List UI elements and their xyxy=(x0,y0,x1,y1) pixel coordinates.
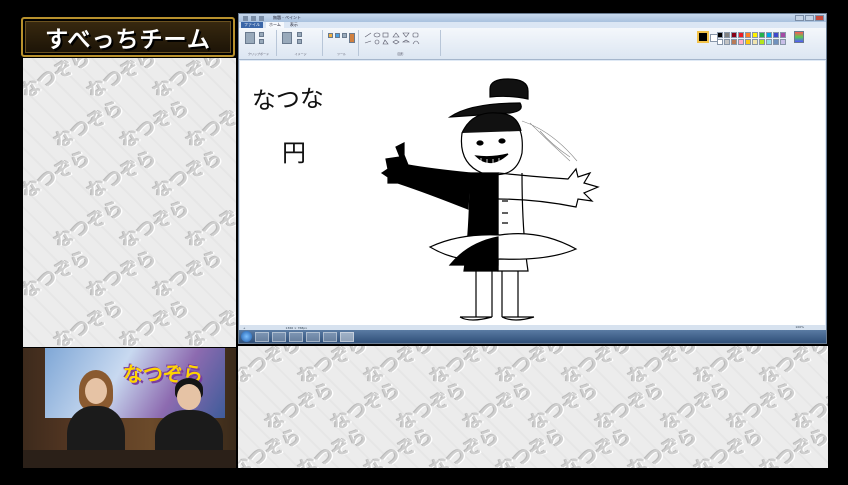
palette-swatch[interactable] xyxy=(738,32,744,38)
copy-icon[interactable] xyxy=(259,39,264,44)
watermark-logo: なつぞら xyxy=(657,378,735,436)
close-button[interactable] xyxy=(815,15,824,21)
palette-swatch[interactable] xyxy=(759,39,765,45)
watermark-logo: なつぞら xyxy=(525,378,603,436)
taskbar-paint[interactable] xyxy=(340,331,354,342)
ribbon-group-shapes: 図形 xyxy=(361,30,441,56)
watermark-logo: なつぞら xyxy=(393,378,471,436)
watermark-logo: なつぞら xyxy=(116,296,194,347)
taskbar-folder[interactable] xyxy=(272,331,286,342)
watermark-logo: なつぞら xyxy=(182,296,236,347)
palette-swatch[interactable] xyxy=(773,39,779,45)
taskbar-firefox[interactable] xyxy=(323,331,337,342)
watermark-logo: なつぞら xyxy=(591,378,669,436)
team-banner: すべっちチーム xyxy=(21,17,235,57)
minimize-button[interactable] xyxy=(795,15,804,21)
cursor-position: + xyxy=(243,325,246,330)
window-title: 無題 - ペイント xyxy=(273,15,301,20)
watermark-logo: なつぞら xyxy=(723,378,801,436)
taskbar-app[interactable] xyxy=(306,331,320,342)
paint-titlebar: 無題 - ペイント xyxy=(239,14,826,22)
palette-swatch[interactable] xyxy=(731,39,737,45)
watermark-logo: なつぞら xyxy=(50,196,128,254)
palette-swatch[interactable] xyxy=(745,39,751,45)
watermark-logo: なつぞら xyxy=(327,378,405,436)
paste-icon[interactable] xyxy=(245,32,255,44)
palette-swatch[interactable] xyxy=(766,32,772,38)
drawing-canvas[interactable]: なつな 円 xyxy=(240,61,825,331)
watermark-logo: なつぞら xyxy=(459,378,537,436)
watermark-logo: なつぞら xyxy=(50,296,128,347)
shapes-gallery[interactable] xyxy=(363,32,443,50)
windows-taskbar xyxy=(239,330,826,343)
palette-swatch[interactable] xyxy=(766,39,772,45)
drawing-text-circle: 円 xyxy=(282,139,306,167)
crop-icon[interactable] xyxy=(297,32,302,37)
watermark-panel-bottom: なつぞら なつぞら なつぞら なつぞら なつぞら なつぞら なつぞら なつぞら なつぞら なつぞら… xyxy=(238,346,828,468)
brush-icon[interactable] xyxy=(349,33,355,43)
desk xyxy=(23,450,236,468)
ribbon-group-tools: ツール xyxy=(325,30,359,56)
zoom-level: 100% xyxy=(795,325,804,329)
palette-swatch[interactable] xyxy=(717,32,723,38)
watermark-logo: なつぞら xyxy=(116,196,194,254)
save-icon[interactable] xyxy=(243,15,248,21)
text-icon[interactable] xyxy=(342,33,347,38)
palette-swatch[interactable] xyxy=(780,39,786,45)
redo-icon[interactable] xyxy=(259,15,264,21)
image-size: 1366 × 768px xyxy=(285,325,307,330)
webcam-feed: なつぞら xyxy=(23,348,236,468)
watermark-logo: なつぞら xyxy=(261,378,339,436)
edit-colors-icon[interactable] xyxy=(794,31,804,43)
ribbon-group-image: イメージ xyxy=(279,30,323,56)
palette-swatch[interactable] xyxy=(717,39,723,45)
taskbar-media[interactable] xyxy=(289,331,303,342)
start-button[interactable] xyxy=(241,331,252,342)
palette-swatch[interactable] xyxy=(780,32,786,38)
drawing-text-name: なつな xyxy=(251,84,324,114)
watermark-logo: なつぞら xyxy=(116,96,194,154)
resize-icon[interactable] xyxy=(297,39,302,44)
host-left-face xyxy=(85,378,107,404)
palette-swatch[interactable] xyxy=(773,32,779,38)
watermark-logo: なつぞら xyxy=(23,246,95,304)
select-icon[interactable] xyxy=(282,32,292,44)
ribbon-group-clipboard: クリップボード xyxy=(241,30,277,56)
color1-swatch[interactable] xyxy=(697,31,709,43)
taskbar-explorer[interactable] xyxy=(255,331,269,342)
fill-icon[interactable] xyxy=(335,33,340,38)
palette-swatch[interactable] xyxy=(731,32,737,38)
watermark-logo: なつぞら xyxy=(83,146,161,204)
palette-swatch[interactable] xyxy=(752,32,758,38)
drawn-figure xyxy=(380,78,600,321)
ribbon: クリップボード イメージ ツール 図形 xyxy=(239,28,826,60)
watermark-panel-left: なつぞら なつぞら なつぞら なつぞら なつぞら なつぞら なつぞら なつぞら なつぞら なつぞら… xyxy=(23,58,236,347)
paint-window: 無題 - ペイント ファイル ホーム 表示 クリップボード イメージ ツール 図… xyxy=(238,13,827,344)
palette-swatch[interactable] xyxy=(752,39,758,45)
cut-icon[interactable] xyxy=(259,32,264,37)
watermark-logo: なつぞら xyxy=(23,146,95,204)
palette-swatch[interactable] xyxy=(738,39,744,45)
host-right-face xyxy=(177,384,201,410)
maximize-button[interactable] xyxy=(805,15,814,21)
color-palette xyxy=(717,32,786,45)
palette-swatch[interactable] xyxy=(745,32,751,38)
drawing: なつな 円 xyxy=(251,78,600,321)
palette-swatch[interactable] xyxy=(724,39,730,45)
watermark-logo: なつぞら xyxy=(149,246,227,304)
undo-icon[interactable] xyxy=(251,15,256,21)
watermark-logo: なつぞら xyxy=(83,246,161,304)
palette-swatch[interactable] xyxy=(759,32,765,38)
pencil-icon[interactable] xyxy=(328,33,333,38)
watermark-logo: なつぞら xyxy=(50,96,128,154)
watermark-logo: なつぞら xyxy=(149,146,227,204)
palette-swatch[interactable] xyxy=(724,32,730,38)
team-name: すべっちチーム xyxy=(45,26,211,53)
